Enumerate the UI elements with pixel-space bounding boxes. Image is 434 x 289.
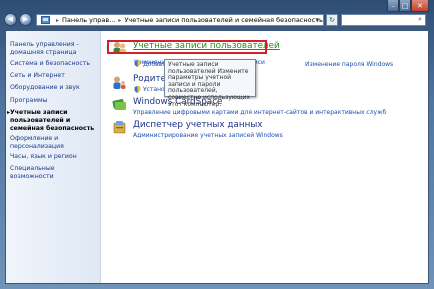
title-bar[interactable]: – □ ✕ [0,0,434,12]
sidebar-item-user-accounts-label: Учетные записи пользователей и семейная … [10,109,95,132]
uac-shield-icon [134,86,141,93]
address-bar[interactable]: ▸ Панель управ... ▸ Учетные записи польз… [36,14,324,26]
address-dropdown-icon[interactable]: ▾ [316,17,319,24]
sidebar-item-clock-region[interactable]: Часы, язык и регион [10,153,98,161]
sidebar-item-accessibility[interactable]: Специальные возможности [10,165,98,181]
navigation-row: ◀ ▶ ▸ Панель управ... ▸ Учетные записи п… [4,13,430,28]
cardspace-icon [112,99,126,110]
refresh-button[interactable]: ↻ [326,14,338,26]
credential-manager-icon [113,121,126,134]
window-controls: – □ ✕ [387,0,429,12]
search-input[interactable]: ⌕ [341,14,426,26]
sidebar-item-system-security[interactable]: Система и безопасность [10,60,98,68]
sidebar-item-user-accounts: ▸ Учетные записи пользователей и семейна… [7,109,98,133]
manage-windows-credentials-link[interactable]: Администрирование учетных записей Window… [133,132,283,139]
category-credential-manager-title[interactable]: Диспетчер учетных данных [133,120,262,130]
search-icon: ⌕ [418,15,422,23]
uac-shield-icon [134,60,141,67]
sidebar-item-home[interactable]: Панель управления - домашняя страница [10,41,98,57]
content-area: Панель управления - домашняя страница Си… [5,30,429,284]
forward-button[interactable]: ▶ [19,13,32,26]
tooltip: Учетные записи пользователей Измените па… [164,59,256,107]
window-bottom-border [0,284,434,289]
change-windows-password-link[interactable]: Изменение пароля Windows [305,61,393,68]
maximize-button[interactable]: □ [399,0,411,12]
minimize-button[interactable]: – [387,0,399,12]
highlight-box [107,40,267,54]
breadcrumb-separator-icon: ▸ [118,16,122,24]
close-button[interactable]: ✕ [411,0,429,12]
breadcrumb-user-accounts[interactable]: Учетные записи пользователей и семейная … [124,16,322,24]
sidebar-item-programs[interactable]: Программы [10,97,98,105]
sidebar: Панель управления - домашняя страница Си… [6,31,101,283]
breadcrumb-control-panel[interactable]: Панель управ... [62,16,115,24]
breadcrumb-separator-icon: ▸ [56,16,60,24]
parental-controls-icon [113,76,126,89]
sidebar-item-hardware-sound[interactable]: Оборудование и звук [10,84,98,92]
sidebar-item-network[interactable]: Сеть и Интернет [10,72,98,80]
manage-cards-link[interactable]: Управление цифровыми картами для интерне… [133,109,386,116]
current-category-bullet-icon: ▸ [7,109,11,116]
main-panel: Учетные записи пользователей Изменение и… [102,31,428,283]
sidebar-item-appearance[interactable]: Оформление и персонализация [10,135,98,151]
window-frame: – □ ✕ ◀ ▶ ▸ Панель управ... ▸ Учетные за… [0,0,434,289]
back-button[interactable]: ◀ [4,13,17,26]
control-panel-icon [41,16,50,24]
